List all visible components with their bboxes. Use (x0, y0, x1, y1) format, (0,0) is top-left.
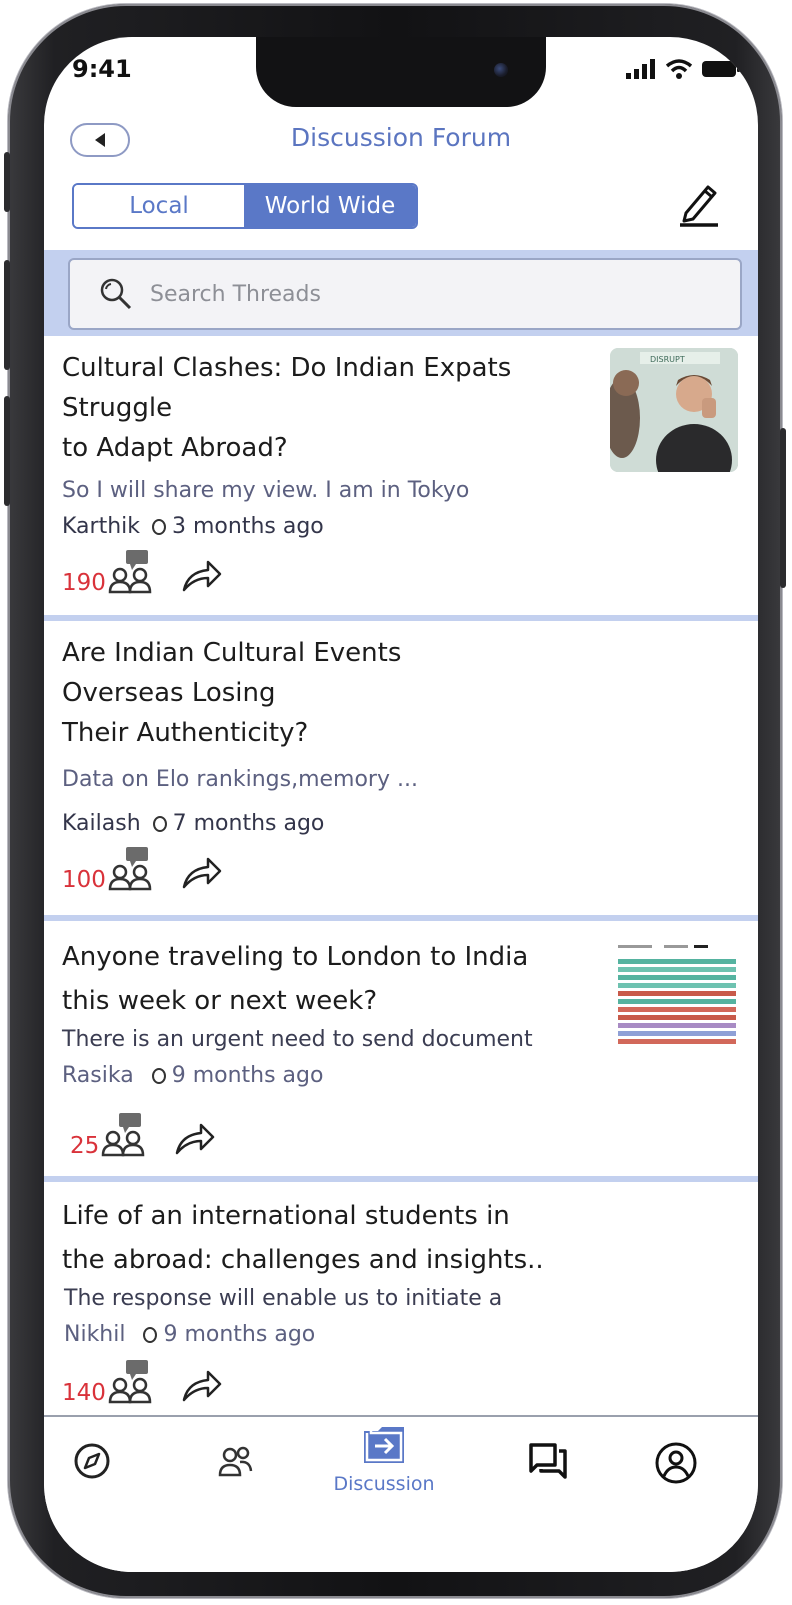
front-camera (494, 63, 508, 77)
thread-stats: 100 (62, 845, 224, 893)
nav-item-profile[interactable] (636, 1441, 716, 1485)
clock-icon (152, 518, 166, 535)
side-button (4, 396, 10, 506)
bottom-nav: Discussion (44, 1415, 758, 1572)
nav-item-chat[interactable] (508, 1441, 588, 1481)
svg-text:DISRUPT: DISRUPT (650, 355, 685, 364)
app-screen: 9:41 Discussion Forum Local World Wide S… (44, 37, 758, 1572)
thread-title-line: Struggle (62, 393, 173, 423)
search-input[interactable] (148, 280, 740, 308)
thread-author[interactable]: Karthik (62, 514, 140, 539)
scope-toggle: Local World Wide (72, 183, 418, 229)
status-time: 9:41 (72, 55, 132, 83)
search-band (44, 250, 758, 336)
photo-image: DISRUPT (610, 348, 738, 472)
thread-author[interactable]: Nikhil (64, 1322, 125, 1347)
reply-count: 100 (62, 867, 106, 893)
thread-title-line: Cultural Clashes: Do Indian Expats (62, 353, 512, 383)
side-button (4, 260, 10, 370)
nav-label-discussion: Discussion (333, 1473, 435, 1495)
discussion-people-icon[interactable] (101, 1111, 147, 1159)
notch (256, 37, 546, 107)
thread-title-line: the abroad: challenges and insights.. (62, 1245, 544, 1275)
search-icon (100, 278, 132, 310)
thread-author[interactable]: Rasika (62, 1063, 134, 1088)
thread-title-line: this week or next week? (62, 986, 378, 1016)
people-icon (218, 1446, 253, 1477)
thread-stats: 190 (62, 548, 224, 596)
share-icon[interactable] (180, 556, 224, 596)
chart-image (614, 943, 738, 1055)
thread-thumbnail[interactable] (614, 943, 738, 1055)
thread-title-line: to Adapt Abroad? (62, 433, 288, 463)
thread-item[interactable]: Anyone traveling to London to India this… (44, 921, 758, 1176)
thread-title[interactable]: Life of an international students in the… (62, 1194, 544, 1282)
discussion-icon (364, 1427, 404, 1463)
compose-button[interactable] (678, 181, 720, 227)
thread-meta: Karthik 3 months ago (62, 514, 324, 539)
thread-item[interactable]: Are Indian Cultural Events Overseas Losi… (44, 621, 758, 915)
nav-item-community[interactable] (196, 1441, 276, 1481)
tab-world-wide[interactable]: World Wide (244, 185, 416, 227)
tab-local[interactable]: Local (74, 185, 244, 227)
battery-icon (702, 61, 740, 77)
side-button (780, 428, 786, 588)
reply-count: 25 (70, 1133, 100, 1159)
thread-excerpt: The response will enable us to initiate … (64, 1286, 503, 1311)
status-icons (626, 59, 740, 79)
thread-meta: Nikhil 9 months ago (64, 1322, 315, 1347)
thread-time: 9 months ago (163, 1322, 316, 1347)
thread-title[interactable]: Cultural Clashes: Do Indian Expats Strug… (62, 348, 511, 468)
thread-title[interactable]: Anyone traveling to London to India this… (62, 935, 528, 1023)
thread-excerpt: Data on Elo rankings,memory ... (62, 767, 418, 792)
thread-title[interactable]: Are Indian Cultural Events Overseas Losi… (62, 633, 401, 753)
clock-icon (143, 1326, 158, 1343)
share-icon[interactable] (180, 1366, 224, 1406)
reply-count: 190 (62, 570, 106, 596)
phone-frame: 9:41 Discussion Forum Local World Wide S… (4, 4, 786, 1598)
share-icon[interactable] (173, 1119, 217, 1159)
thread-stats: 25 (70, 1111, 217, 1159)
thread-thumbnail[interactable]: DISRUPT (610, 348, 738, 472)
clock-icon (151, 1067, 166, 1084)
discussion-people-icon[interactable] (108, 548, 154, 596)
page-title: Discussion Forum (290, 123, 512, 152)
nav-item-explore[interactable] (52, 1441, 132, 1481)
side-button (4, 152, 10, 212)
thread-excerpt: So I will share my view. I am in Tokyo (62, 478, 470, 503)
discussion-people-icon[interactable] (108, 1358, 154, 1406)
edit-pencil-icon (680, 185, 718, 227)
thread-author[interactable]: Kailash (62, 811, 141, 836)
reply-count: 140 (62, 1380, 106, 1406)
thread-title-line: Their Authenticity? (62, 718, 309, 748)
thread-excerpt: There is an urgent need to send document (62, 1027, 533, 1052)
chat-icon (529, 1443, 567, 1479)
thread-meta: Kailash 7 months ago (62, 811, 324, 836)
wifi-icon (666, 59, 692, 79)
profile-icon (655, 1442, 697, 1484)
signal-icon (626, 59, 655, 79)
thread-time: 9 months ago (171, 1063, 324, 1088)
search-box (68, 258, 742, 330)
thread-item[interactable]: Cultural Clashes: Do Indian Expats Strug… (44, 336, 758, 615)
nav-item-discussion[interactable]: Discussion (333, 1425, 435, 1495)
thread-item[interactable]: Life of an international students in the… (44, 1182, 758, 1415)
thread-title-line: Anyone traveling to London to India (62, 942, 529, 972)
thread-title-line: Are Indian Cultural Events (62, 638, 402, 668)
discussion-people-icon[interactable] (108, 845, 154, 893)
clock-icon (152, 815, 167, 832)
share-icon[interactable] (180, 853, 224, 893)
thread-stats: 140 (62, 1358, 224, 1406)
thread-time: 7 months ago (172, 811, 325, 836)
compass-icon (74, 1443, 110, 1479)
thread-title-line: Life of an international students in (62, 1201, 510, 1231)
thread-title-line: Overseas Losing (62, 678, 276, 708)
thread-meta: Rasika 9 months ago (62, 1063, 323, 1088)
thread-time: 3 months ago (172, 514, 324, 539)
